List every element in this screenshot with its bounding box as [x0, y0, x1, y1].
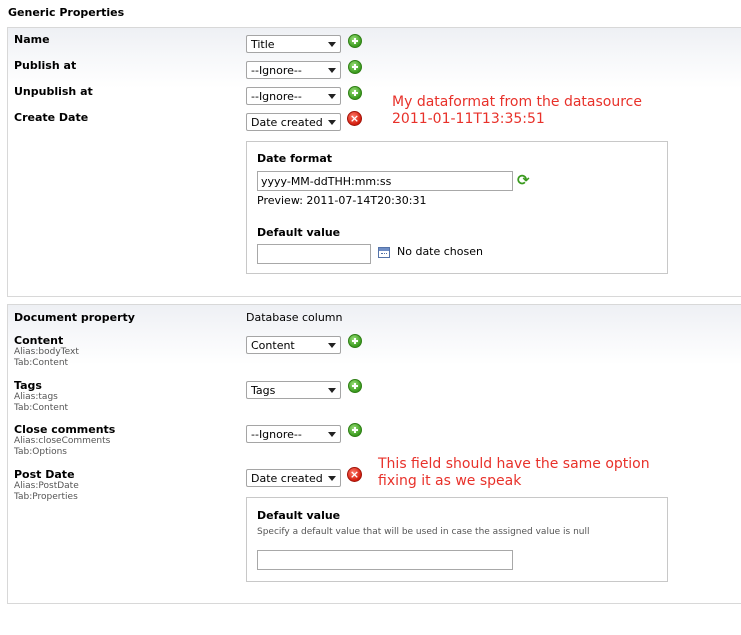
calendar-icon[interactable]	[378, 247, 390, 258]
publish-at-select[interactable]: --Ignore--	[246, 61, 341, 79]
create-date-select[interactable]: Date created	[246, 113, 341, 131]
date-format-input[interactable]: yyyy-MM-ddTHH:mm:ss	[257, 171, 513, 191]
note-dataformat-value: 2011-01-11T13:35:51	[392, 111, 545, 127]
name-label: Name	[14, 33, 50, 46]
date-format-title: Date format	[257, 152, 333, 165]
add-icon[interactable]	[348, 379, 362, 393]
post-date-default-desc: Specify a default value that will be use…	[257, 527, 590, 537]
note-dataformat: My dataformat from the datasource	[392, 94, 642, 110]
close-comments-tab: Tab:Options	[14, 447, 67, 457]
post-date-select[interactable]: Date created	[246, 469, 341, 487]
post-date-default-title: Default value	[257, 509, 341, 522]
tags-select[interactable]: Tags	[246, 381, 341, 399]
add-icon[interactable]	[348, 334, 362, 348]
content-alias: Alias:bodyText	[14, 347, 79, 357]
content-tab: Tab:Content	[14, 358, 69, 368]
post-date-label: Post Date	[14, 468, 75, 481]
tags-alias: Alias:tags	[14, 392, 58, 402]
content-label: Content	[14, 334, 64, 347]
close-comments-alias: Alias:closeComments	[14, 436, 111, 446]
date-format-preview: Preview: 2011-07-14T20:30:31	[257, 194, 427, 207]
post-date-alias: Alias:PostDate	[14, 481, 79, 491]
no-date-text: No date chosen	[397, 245, 483, 258]
post-date-default-input[interactable]	[257, 550, 513, 570]
publish-at-label: Publish at	[14, 59, 77, 72]
post-date-tab: Tab:Properties	[14, 492, 78, 502]
remove-icon[interactable]: ×	[347, 467, 362, 482]
add-icon[interactable]	[348, 60, 362, 74]
tags-tab: Tab:Content	[14, 403, 69, 413]
tags-label: Tags	[14, 379, 42, 392]
add-icon[interactable]	[348, 86, 362, 100]
content-select[interactable]: Content	[246, 336, 341, 354]
add-icon[interactable]	[348, 34, 362, 48]
note-fixing: fixing it as we speak	[378, 473, 522, 489]
database-column-header: Database column	[246, 311, 343, 324]
remove-icon[interactable]: ×	[347, 111, 362, 126]
create-date-label: Create Date	[14, 111, 89, 124]
unpublish-at-select[interactable]: --Ignore--	[246, 87, 341, 105]
close-comments-select[interactable]: --Ignore--	[246, 425, 341, 443]
document-property-header: Document property	[14, 311, 135, 324]
unpublish-at-label: Unpublish at	[14, 85, 93, 98]
default-value-title: Default value	[257, 226, 341, 239]
add-icon[interactable]	[348, 423, 362, 437]
default-date-input[interactable]	[257, 244, 371, 264]
note-same-option: This field should have the same option	[378, 456, 650, 472]
close-comments-label: Close comments	[14, 423, 116, 436]
name-select[interactable]: Title	[246, 35, 341, 53]
section-title: Generic Properties	[8, 6, 125, 19]
refresh-icon[interactable]: ⟳	[517, 173, 533, 188]
